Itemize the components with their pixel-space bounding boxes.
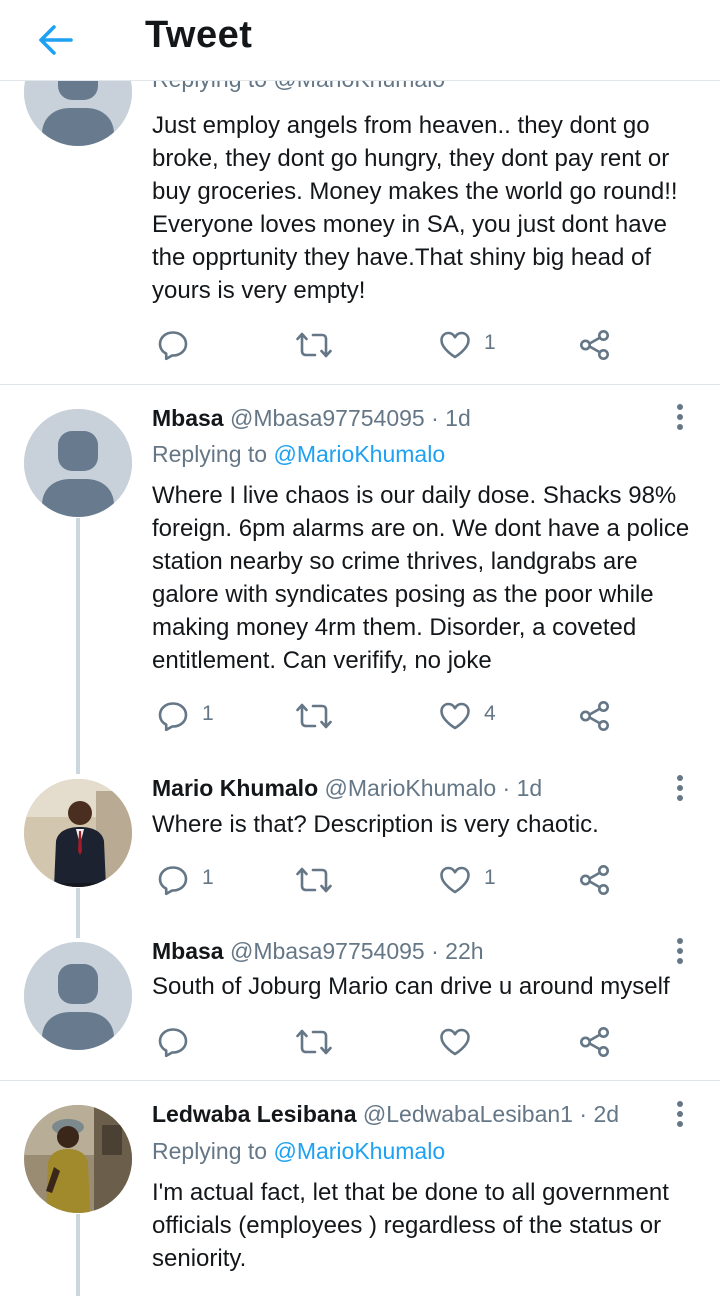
replying-label: Replying to [152, 441, 268, 467]
more-icon [668, 402, 692, 432]
like-count: 4 [484, 702, 496, 725]
divider [0, 384, 720, 385]
more-options-button[interactable] [668, 936, 692, 966]
author-name[interactable]: Mbasa [152, 405, 224, 431]
retweet-icon [296, 328, 332, 362]
back-arrow-icon [39, 25, 73, 55]
divider [0, 1080, 720, 1081]
tweet-author-line: Mbasa @Mbasa97754095 · 22h [152, 938, 484, 965]
tweet-actions [156, 1023, 626, 1059]
page-title: Tweet [145, 14, 253, 56]
like-icon [438, 1025, 472, 1059]
replying-to: Replying to @MarioKhumalo [152, 441, 445, 468]
author-handle[interactable]: @Mbasa97754095 [230, 405, 425, 431]
tweet-text: South of Joburg Mario can drive u around… [152, 973, 670, 1000]
mention-link[interactable]: @MarioKhumalo [273, 441, 445, 467]
reply-icon [156, 699, 190, 733]
retweet-icon [296, 863, 332, 897]
reply-icon [156, 863, 190, 897]
more-options-button[interactable] [668, 402, 692, 432]
tweet-author-line: Mbasa @Mbasa97754095 · 1d [152, 405, 471, 432]
author-name[interactable]: Mario Khumalo [152, 775, 318, 801]
mention-link[interactable]: @MarioKhumalo [273, 1138, 445, 1164]
share-icon [578, 1025, 612, 1059]
more-icon [668, 1099, 692, 1129]
thread-line [76, 1214, 80, 1296]
retweet-icon [296, 1025, 332, 1059]
separator-dot: · [579, 1101, 588, 1127]
tweet-text: Where is that? Description is very chaot… [152, 811, 599, 838]
author-handle[interactable]: @LedwabaLesiban1 [363, 1101, 573, 1127]
like-icon [438, 328, 472, 362]
author-name[interactable]: Mbasa [152, 938, 224, 964]
like-icon [438, 699, 472, 733]
tweet-text: Just employ angels from heaven.. they do… [152, 112, 678, 304]
avatar[interactable] [24, 1105, 132, 1213]
like-count: 1 [484, 331, 496, 354]
share-icon [578, 699, 612, 733]
tweet-actions: 1 [156, 326, 626, 362]
separator-dot: · [431, 405, 439, 431]
share-icon [578, 863, 612, 897]
like-icon [438, 863, 472, 897]
avatar-photo [24, 1105, 132, 1213]
tweet-actions: 1 1 [156, 861, 626, 897]
reply-count: 1 [202, 866, 214, 889]
avatar[interactable] [24, 942, 132, 1050]
back-button[interactable] [36, 20, 76, 60]
author-handle[interactable]: @Mbasa97754095 [230, 938, 425, 964]
separator-dot: · [502, 775, 511, 801]
top-app-bar: Tweet [0, 0, 720, 81]
more-icon [668, 936, 692, 966]
reply-icon [156, 1025, 190, 1059]
tweet-text: Where I live chaos is our daily dose. Sh… [152, 482, 690, 674]
tweet-time: 2d [593, 1101, 620, 1127]
separator-dot: · [431, 938, 439, 964]
tweet-time: 1d [445, 405, 471, 431]
share-icon [578, 328, 612, 362]
tweet-actions: 1 4 [156, 697, 626, 733]
author-handle[interactable]: @MarioKhumalo [325, 775, 497, 801]
more-options-button[interactable] [668, 1099, 692, 1129]
like-count: 1 [484, 866, 496, 889]
retweet-icon [296, 699, 332, 733]
replying-label: Replying to [152, 1138, 268, 1164]
tweet-time: 1d [516, 775, 543, 801]
avatar[interactable] [24, 779, 132, 887]
reply-icon [156, 328, 190, 362]
avatar[interactable] [24, 409, 132, 517]
tweet-text: I'm actual fact, let that be done to all… [152, 1179, 669, 1272]
avatar-photo [24, 779, 132, 887]
tweet-time: 22h [445, 938, 484, 964]
author-name[interactable]: Ledwaba Lesibana [152, 1101, 357, 1127]
more-icon [668, 773, 692, 803]
more-options-button[interactable] [668, 773, 692, 803]
tweet-author-line: Mario Khumalo @MarioKhumalo · 1d [152, 775, 542, 802]
reply-count: 1 [202, 702, 214, 725]
replying-to: Replying to @MarioKhumalo [152, 1138, 445, 1165]
thread-line [76, 518, 80, 774]
thread-line [76, 888, 80, 938]
tweet-author-line: Ledwaba Lesibana @LedwabaLesiban1 · 2d [152, 1101, 619, 1128]
